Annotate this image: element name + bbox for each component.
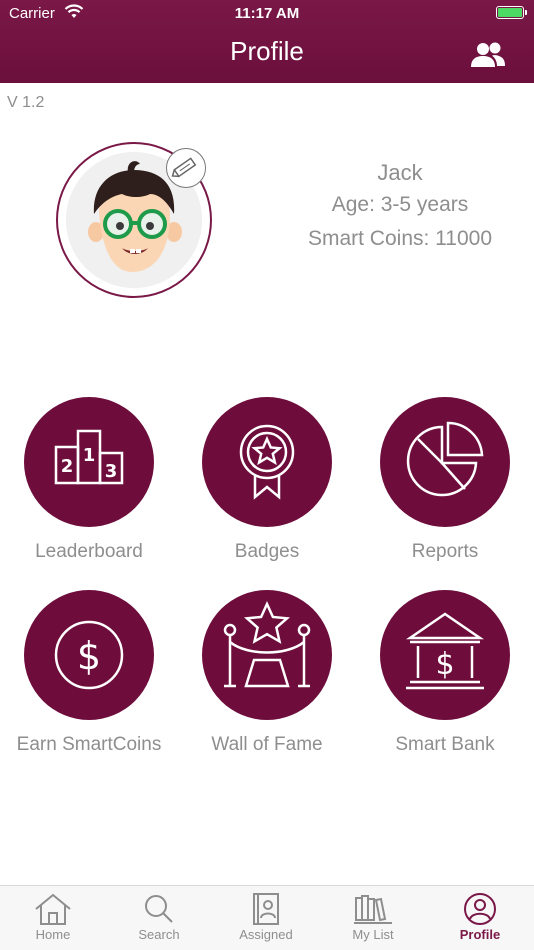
tile-leaderboard[interactable]: 1 2 3 Leaderboard [0,397,178,563]
tab-label: My List [352,927,394,942]
badge-icon [239,424,295,500]
user-info: Jack Age: 3-5 years Smart Coins: 11000 [290,160,510,261]
search-icon [145,895,173,923]
user-age: Age: 3-5 years [331,193,469,216]
tab-label: Home [35,927,71,942]
tile-badges[interactable]: Badges [178,397,356,563]
status-time: 11:17 AM [234,5,300,22]
version-label: V 1.2 [7,94,45,111]
bookshelf-icon [354,895,392,924]
tab-label: Assigned [239,927,293,942]
svg-text:$: $ [77,634,101,678]
svg-text:$: $ [435,647,454,682]
users-icon[interactable] [470,40,506,70]
assigned-book-icon [253,893,279,925]
tab-home[interactable]: Home [0,886,106,950]
tile-label: Wall of Fame [211,734,323,755]
status-bar: Carrier 11:17 AM [0,0,534,30]
podium-icon: 1 2 3 [54,429,124,485]
page-title: Profile [230,36,304,66]
tile-smart-bank[interactable]: $ Smart Bank [356,590,534,756]
tile-wall-of-fame[interactable]: Wall of Fame [178,590,356,756]
battery-icon [496,6,527,19]
tile-label: Smart Bank [395,734,495,755]
profile-icon [464,893,496,925]
tab-profile[interactable]: Profile [427,886,533,950]
tile-label: Leaderboard [35,541,143,562]
tab-label: Search [138,927,180,942]
pie-chart-icon [406,421,484,497]
tile-earn-smartcoins[interactable]: $ Earn SmartCoins [0,590,178,756]
home-icon [35,893,71,925]
tab-search[interactable]: Search [106,886,212,950]
bank-icon: $ [405,612,485,690]
user-smart-coins: Smart Coins: 11000 [307,227,493,250]
svg-text:1: 1 [83,445,96,466]
tab-assigned[interactable]: Assigned [213,886,319,950]
tile-reports[interactable]: Reports [356,397,534,563]
app-header: Carrier 11:17 AM Profile [0,0,534,83]
tab-bar: Home Search Assigned My List Profile [0,885,534,950]
tile-label: Reports [411,541,479,562]
tab-label: Profile [459,927,501,942]
svg-text:2: 2 [61,456,74,477]
edit-avatar-icon[interactable] [166,148,206,188]
svg-text:3: 3 [105,461,118,482]
star-stage-icon [223,600,311,688]
tile-label: Earn SmartCoins [16,734,162,755]
dollar-coin-icon: $ [54,620,124,690]
user-name: Jack [377,160,423,185]
tile-label: Badges [234,541,300,562]
tab-my-list[interactable]: My List [320,886,426,950]
